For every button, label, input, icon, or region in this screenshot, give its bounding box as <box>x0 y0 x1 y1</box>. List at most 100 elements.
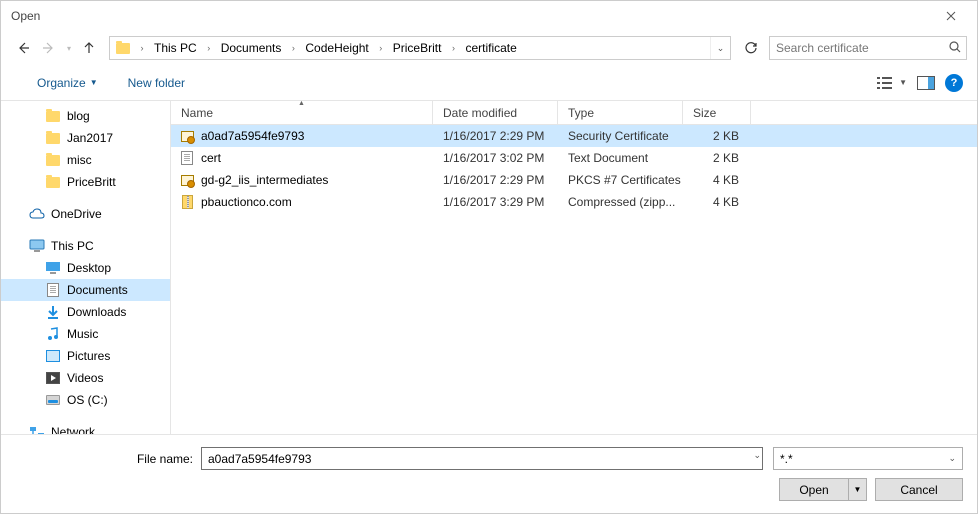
arrow-right-icon <box>41 40 57 56</box>
desktop-icon <box>45 260 61 276</box>
tree-item-music[interactable]: Music <box>1 323 170 345</box>
file-type: PKCS #7 Certificates <box>558 173 683 187</box>
column-name[interactable]: Name▲ <box>171 101 433 124</box>
file-row[interactable]: a0ad7a5954fe9793 1/16/2017 2:29 PMSecurit… <box>171 125 977 147</box>
file-row[interactable]: pbauctionco.com 1/16/2017 3:29 PMCompress… <box>171 191 977 213</box>
refresh-button[interactable] <box>739 36 763 60</box>
breadcrumb-certificate[interactable]: certificate <box>461 37 520 59</box>
tree-item-misc[interactable]: misc <box>1 149 170 171</box>
file-name: cert <box>201 151 221 165</box>
breadcrumb-codeheight[interactable]: CodeHeight <box>301 37 372 59</box>
tree-item-network[interactable]: Network <box>1 421 170 434</box>
details-view-icon <box>877 76 895 90</box>
cancel-button[interactable]: Cancel <box>875 478 963 501</box>
toolbar: Organize ▼ New folder ▼ ? <box>1 65 977 101</box>
filename-label: File name: <box>1 452 201 466</box>
chevron-right-icon[interactable]: › <box>134 43 150 53</box>
main-area: blog Jan2017 misc PriceBritt OneDrive Th… <box>1 101 977 434</box>
file-type: Text Document <box>558 151 683 165</box>
column-type[interactable]: Type <box>558 101 683 124</box>
arrow-left-icon <box>15 40 31 56</box>
preview-pane-button[interactable] <box>917 76 935 90</box>
forward-button[interactable] <box>37 36 61 60</box>
bottom-panel: File name: ⌄ *.* ⌄ Open ▼ Cancel <box>1 434 977 513</box>
address-bar[interactable]: › This PC › Documents › CodeHeight › Pri… <box>109 36 731 60</box>
folder-icon <box>112 37 134 59</box>
tree-item-thispc[interactable]: This PC <box>1 235 170 257</box>
new-folder-label: New folder <box>128 76 185 90</box>
disk-icon <box>45 392 61 408</box>
file-type: Compressed (zipp... <box>558 195 683 209</box>
organize-label: Organize <box>37 76 86 90</box>
filetype-filter[interactable]: *.* ⌄ <box>773 447 963 470</box>
search-box[interactable] <box>769 36 967 60</box>
file-date: 1/16/2017 3:02 PM <box>433 151 558 165</box>
open-button[interactable]: Open <box>780 479 848 500</box>
breadcrumb-pricebritt[interactable]: PriceBritt <box>389 37 446 59</box>
documents-icon <box>45 282 61 298</box>
tree-item-desktop[interactable]: Desktop <box>1 257 170 279</box>
file-icon <box>179 194 195 210</box>
back-button[interactable] <box>11 36 35 60</box>
address-dropdown[interactable]: ⌄ <box>710 37 730 59</box>
tree-item-os-c[interactable]: OS (C:) <box>1 389 170 411</box>
file-name: pbauctionco.com <box>201 195 292 209</box>
file-date: 1/16/2017 2:29 PM <box>433 129 558 143</box>
file-size: 2 KB <box>683 129 751 143</box>
up-button[interactable] <box>77 36 101 60</box>
chevron-right-icon[interactable]: › <box>201 43 217 53</box>
chevron-right-icon[interactable]: › <box>285 43 301 53</box>
cloud-icon <box>29 206 45 222</box>
file-type: Security Certificate <box>558 129 683 143</box>
file-name: a0ad7a5954fe9793 <box>201 129 304 143</box>
tree-item-onedrive[interactable]: OneDrive <box>1 203 170 225</box>
filename-input[interactable] <box>201 447 763 470</box>
chevron-right-icon[interactable]: › <box>373 43 389 53</box>
search-icon[interactable] <box>948 40 962 54</box>
tree-item-documents[interactable]: Documents <box>1 279 170 301</box>
file-date: 1/16/2017 2:29 PM <box>433 173 558 187</box>
titlebar: Open <box>1 1 977 31</box>
recent-locations-dropdown[interactable]: ▾ <box>63 44 75 53</box>
open-dialog: Open ▾ › This PC › Documents › CodeHeigh… <box>0 0 978 514</box>
organize-button[interactable]: Organize ▼ <box>31 72 104 94</box>
arrow-up-icon <box>82 41 96 55</box>
file-list[interactable]: a0ad7a5954fe97931/16/2017 2:29 PMSecurit… <box>171 125 977 434</box>
view-options-button[interactable]: ▼ <box>877 76 907 90</box>
tree-item-pictures[interactable]: Pictures <box>1 345 170 367</box>
file-row[interactable]: gd-g2_iis_intermediates 1/16/2017 2:29 PM… <box>171 169 977 191</box>
tree-item-jan2017[interactable]: Jan2017 <box>1 127 170 149</box>
tree-item-pricebritt[interactable]: PriceBritt <box>1 171 170 193</box>
column-size[interactable]: Size <box>683 101 751 124</box>
file-name: gd-g2_iis_intermediates <box>201 173 328 187</box>
network-icon <box>29 424 45 434</box>
breadcrumb-documents[interactable]: Documents <box>217 37 286 59</box>
file-icon <box>179 172 195 188</box>
refresh-icon <box>744 41 758 55</box>
help-button[interactable]: ? <box>945 74 963 92</box>
tree-item-blog[interactable]: blog <box>1 105 170 127</box>
file-list-header: Name▲ Date modified Type Size <box>171 101 977 125</box>
file-date: 1/16/2017 3:29 PM <box>433 195 558 209</box>
column-date[interactable]: Date modified <box>433 101 558 124</box>
window-title: Open <box>11 9 40 23</box>
chevron-down-icon: ▼ <box>90 78 98 87</box>
file-row[interactable]: cert1/16/2017 3:02 PMText Document2 KB <box>171 147 977 169</box>
close-button[interactable] <box>928 2 973 30</box>
monitor-icon <box>29 238 45 254</box>
navigation-tree[interactable]: blog Jan2017 misc PriceBritt OneDrive Th… <box>1 101 171 434</box>
chevron-down-icon: ▼ <box>899 78 907 87</box>
chevron-down-icon: ⌄ <box>948 453 956 464</box>
open-split-dropdown[interactable]: ▼ <box>848 479 866 500</box>
file-icon <box>179 128 195 144</box>
file-icon <box>179 150 195 166</box>
new-folder-button[interactable]: New folder <box>122 72 191 94</box>
filename-dropdown[interactable]: ⌄ <box>753 450 761 461</box>
download-icon <box>45 304 61 320</box>
chevron-right-icon[interactable]: › <box>445 43 461 53</box>
breadcrumb-thispc[interactable]: This PC <box>150 37 201 59</box>
tree-item-videos[interactable]: Videos <box>1 367 170 389</box>
file-size: 4 KB <box>683 195 751 209</box>
tree-item-downloads[interactable]: Downloads <box>1 301 170 323</box>
search-input[interactable] <box>770 41 966 55</box>
